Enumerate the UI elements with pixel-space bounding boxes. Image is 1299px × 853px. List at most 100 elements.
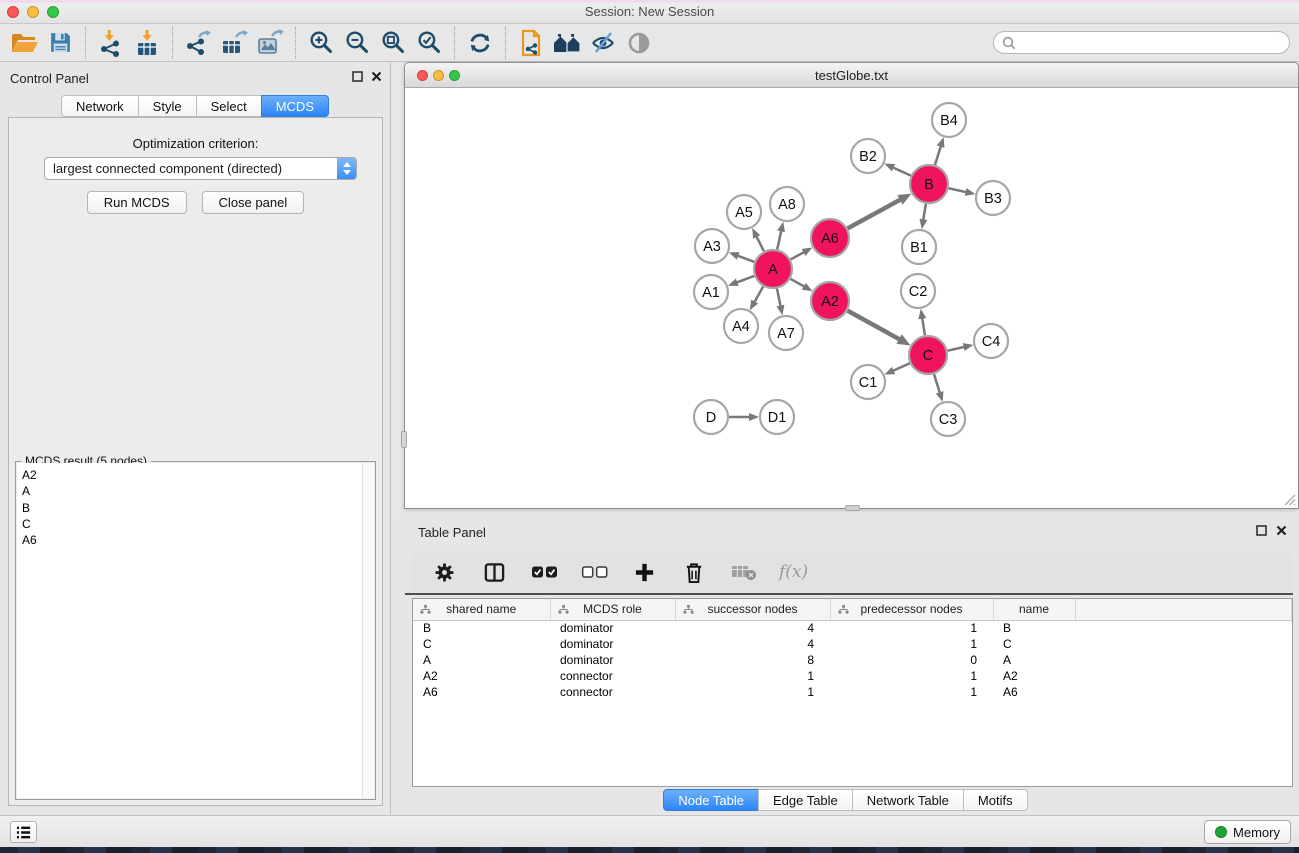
splitter-handle[interactable]: [401, 431, 407, 448]
show-all-icon[interactable]: [621, 27, 657, 59]
deselect-all-icon[interactable]: [579, 556, 609, 588]
add-icon[interactable]: [629, 556, 659, 588]
tab-node-table[interactable]: Node Table: [663, 789, 759, 811]
zoom-fit-icon[interactable]: [375, 27, 411, 59]
edge-C-C4[interactable]: [948, 347, 966, 351]
tab-style[interactable]: Style: [138, 95, 197, 117]
close-network-window-icon[interactable]: [417, 70, 428, 81]
table-cell[interactable]: 1: [830, 620, 993, 636]
refresh-icon[interactable]: [462, 27, 498, 59]
mcds-result-list[interactable]: A2ABCA6: [17, 463, 362, 798]
tab-mcds[interactable]: MCDS: [261, 95, 329, 117]
table-cell[interactable]: 1: [830, 636, 993, 652]
maximize-network-window-icon[interactable]: [449, 70, 460, 81]
zoom-in-icon[interactable]: [303, 27, 339, 59]
tab-select[interactable]: Select: [196, 95, 262, 117]
table-cell[interactable]: A: [413, 652, 550, 668]
network-window-titlebar[interactable]: testGlobe.txt: [405, 63, 1298, 88]
table-cell[interactable]: A: [993, 652, 1075, 668]
tab-network-table[interactable]: Network Table: [852, 789, 964, 811]
edge-B-B2[interactable]: [892, 167, 911, 176]
edge-C-C2[interactable]: [922, 317, 925, 336]
export-table-icon[interactable]: [216, 27, 252, 59]
list-item[interactable]: B: [22, 500, 362, 516]
table-cell[interactable]: connector: [550, 668, 675, 684]
list-item[interactable]: A6: [22, 532, 362, 548]
table-cell[interactable]: A6: [993, 684, 1075, 700]
table-cell[interactable]: 0: [830, 652, 993, 668]
table-cell[interactable]: 1: [830, 684, 993, 700]
edge-A-A7[interactable]: [777, 289, 781, 308]
table-cell[interactable]: dominator: [550, 636, 675, 652]
table-cell[interactable]: C: [993, 636, 1075, 652]
table-cell[interactable]: 1: [675, 668, 830, 684]
float-panel-icon[interactable]: [352, 71, 363, 82]
first-neighbors-icon[interactable]: [549, 27, 585, 59]
table-row[interactable]: Cdominator41C: [413, 636, 1292, 652]
table-row[interactable]: Bdominator41B: [413, 620, 1292, 636]
table-cell[interactable]: dominator: [550, 620, 675, 636]
hide-selection-icon[interactable]: [585, 27, 621, 59]
select-all-icon[interactable]: [529, 556, 559, 588]
zoom-out-icon[interactable]: [339, 27, 375, 59]
list-item[interactable]: A2: [22, 467, 362, 483]
tab-network[interactable]: Network: [61, 95, 139, 117]
column-selector-icon[interactable]: [479, 556, 509, 588]
table-cell[interactable]: A2: [413, 668, 550, 684]
table-cell[interactable]: 1: [830, 668, 993, 684]
table-cell[interactable]: connector: [550, 684, 675, 700]
optimization-criterion-dropdown[interactable]: largest connected component (directed): [44, 157, 357, 180]
import-network-icon[interactable]: [93, 27, 129, 59]
close-panel-icon[interactable]: [1276, 525, 1287, 536]
edge-A-A3[interactable]: [736, 255, 754, 262]
table-cell[interactable]: B: [993, 620, 1075, 636]
search-input[interactable]: [1021, 36, 1281, 50]
edge-C-C3[interactable]: [934, 374, 940, 394]
node-table[interactable]: shared nameMCDS rolesuccessor nodesprede…: [412, 598, 1293, 787]
network-canvas[interactable]: B4B2BB3A5A8A6A3AB1A1C2A2A4A7C4CC1C3DD1: [405, 88, 1298, 508]
save-icon[interactable]: [42, 27, 78, 59]
edge-B-B3[interactable]: [949, 188, 968, 192]
function-builder-icon[interactable]: f(x): [779, 562, 808, 582]
edge-A6-B[interactable]: [848, 199, 902, 229]
delete-icon[interactable]: [679, 556, 709, 588]
edge-B-B4[interactable]: [935, 145, 941, 165]
tab-motifs[interactable]: Motifs: [963, 789, 1028, 811]
table-cell[interactable]: 8: [675, 652, 830, 668]
dropdown-stepper-icon[interactable]: [337, 158, 356, 179]
scrollbar-track[interactable]: [362, 463, 374, 798]
new-network-from-selection-icon[interactable]: [513, 27, 549, 59]
table-cell[interactable]: C: [413, 636, 550, 652]
column-header[interactable]: MCDS role: [550, 599, 675, 620]
edge-A-A1[interactable]: [735, 276, 754, 283]
table-cell[interactable]: dominator: [550, 652, 675, 668]
delete-table-icon[interactable]: [729, 556, 759, 588]
splitter-handle[interactable]: [845, 505, 860, 511]
table-row[interactable]: A6connector11A6: [413, 684, 1292, 700]
edge-A-A8[interactable]: [777, 229, 781, 249]
list-item[interactable]: C: [22, 516, 362, 532]
table-row[interactable]: A2connector11A2: [413, 668, 1292, 684]
edge-A-A4[interactable]: [754, 286, 763, 303]
table-cell[interactable]: A2: [993, 668, 1075, 684]
float-panel-icon[interactable]: [1256, 525, 1267, 536]
run-mcds-button[interactable]: Run MCDS: [87, 191, 187, 214]
task-history-button[interactable]: [10, 821, 37, 843]
zoom-selected-icon[interactable]: [411, 27, 447, 59]
edge-A2-C[interactable]: [848, 311, 901, 340]
edge-A-A5[interactable]: [756, 235, 764, 251]
export-image-icon[interactable]: [252, 27, 288, 59]
table-cell[interactable]: B: [413, 620, 550, 636]
edge-A-A6[interactable]: [791, 251, 806, 259]
edge-C-C1[interactable]: [892, 363, 910, 371]
edge-A-A2[interactable]: [790, 279, 805, 288]
tab-edge-table[interactable]: Edge Table: [758, 789, 853, 811]
open-file-icon[interactable]: [6, 27, 42, 59]
list-item[interactable]: A: [22, 483, 362, 499]
column-header[interactable]: predecessor nodes: [830, 599, 993, 620]
table-cell[interactable]: A6: [413, 684, 550, 700]
close-panel-button[interactable]: Close panel: [202, 191, 305, 214]
column-header[interactable]: name: [993, 599, 1075, 620]
table-cell[interactable]: 4: [675, 636, 830, 652]
edge-B-B1[interactable]: [923, 204, 926, 222]
